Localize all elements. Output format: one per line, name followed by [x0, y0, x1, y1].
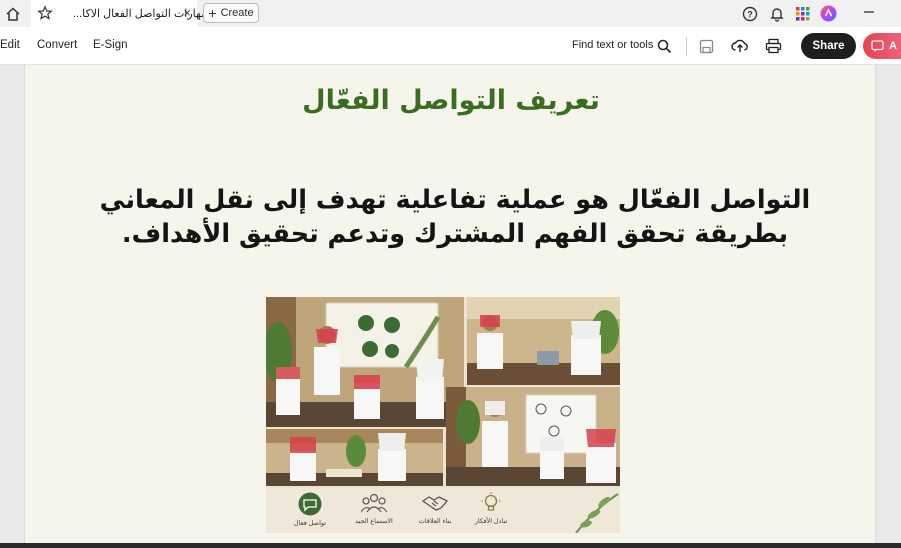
svg-text:?: ?	[747, 9, 753, 19]
strip-label-listening: الاستماع الجيد	[355, 518, 393, 525]
chat-bubble-icon	[298, 492, 322, 516]
minimize-icon[interactable]	[861, 4, 877, 20]
strip-item-ideas: تبادل الأفكار	[461, 492, 521, 532]
home-icon	[6, 7, 20, 21]
share-button[interactable]: Share	[801, 33, 856, 59]
main-toolbar: Edit Convert E-Sign Find text or tools S…	[0, 27, 901, 65]
strip-label-ideas: تبادل الأفكار	[474, 518, 508, 525]
slide-title: تعريف التواصل الفعّال	[302, 85, 600, 116]
find-tools-label[interactable]: Find text or tools	[572, 39, 653, 51]
strip-label-communication: تواصل فعال	[293, 520, 327, 527]
menu-edit[interactable]: Edit	[0, 39, 20, 51]
collage-image: تبادل الأفكار بناء العلاقات الاستماع الج…	[266, 297, 620, 533]
strip-item-communication: تواصل فعال	[280, 492, 340, 532]
menu-convert[interactable]: Convert	[37, 39, 77, 51]
bell-icon[interactable]	[768, 5, 785, 22]
toolbar-divider	[686, 37, 687, 55]
pdf-page: تعريف التواصل الفعّال التواصل الفعّال هو…	[24, 65, 876, 543]
meeting-laptop-photo	[467, 297, 620, 385]
people-icon	[361, 493, 387, 513]
plus-icon: +	[208, 5, 217, 21]
strip-label-relations: بناء العلاقات	[418, 518, 452, 525]
help-icon[interactable]: ?	[741, 5, 758, 22]
create-button[interactable]: + Create	[203, 3, 259, 23]
whiteboard-meeting-photo	[446, 387, 620, 486]
menu-esign[interactable]: E-Sign	[93, 39, 128, 51]
ai-assistant-button[interactable]: A	[863, 33, 901, 59]
upload-cloud-icon[interactable]	[731, 37, 749, 55]
tab-bar: مهارات التواصل الفعال الاكا... × + Creat…	[0, 0, 901, 27]
ai-button-label: A	[889, 40, 897, 52]
close-tab-icon[interactable]: ×	[183, 6, 191, 20]
conversation-photo	[266, 429, 443, 486]
document-tab[interactable]: مهارات التواصل الفعال الاكا... ×	[31, 0, 207, 27]
document-viewer[interactable]: تعريف التواصل الفعّال التواصل الفعّال هو…	[0, 65, 901, 543]
taskbar-edge	[0, 543, 901, 548]
search-icon[interactable]	[655, 37, 673, 55]
apps-grid-icon[interactable]	[794, 5, 811, 22]
slide-body-text: التواصل الفعّال هو عملية تفاعلية تهدف إل…	[99, 185, 811, 249]
handshake-icon	[422, 496, 448, 511]
save-icon[interactable]	[697, 37, 715, 55]
home-button[interactable]	[2, 3, 24, 25]
strip-item-relations: بناء العلاقات	[405, 492, 465, 532]
skills-icon-strip: تبادل الأفكار بناء العلاقات الاستماع الج…	[266, 488, 620, 533]
star-icon[interactable]	[37, 5, 53, 21]
print-icon[interactable]	[764, 37, 782, 55]
presentation-photo	[266, 297, 464, 427]
strip-item-listening: الاستماع الجيد	[344, 492, 404, 532]
assistant-icon[interactable]	[820, 5, 837, 22]
create-label: Create	[220, 7, 254, 19]
ai-chat-icon	[871, 39, 884, 52]
lightbulb-icon	[481, 492, 501, 511]
